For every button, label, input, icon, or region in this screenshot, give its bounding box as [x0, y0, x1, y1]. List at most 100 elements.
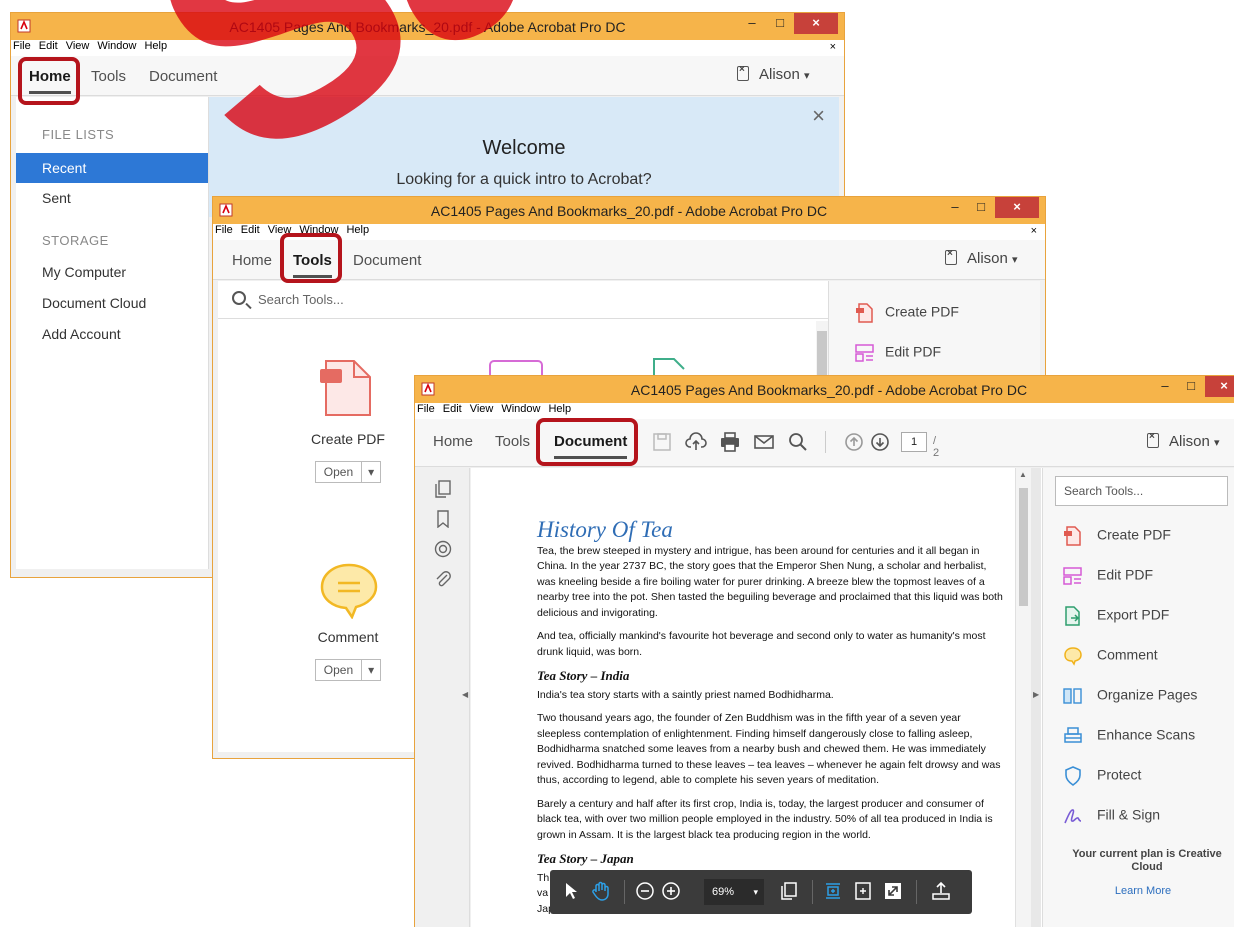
tab-home[interactable]: Home: [232, 252, 272, 269]
right-pane-edit-pdf[interactable]: Edit PDF: [855, 343, 941, 363]
window-title: AC1405 Pages And Bookmarks_20.pdf - Adob…: [630, 382, 1028, 398]
learn-more-link[interactable]: Learn More: [1043, 885, 1234, 897]
page-number-input[interactable]: 1: [901, 432, 927, 452]
minimize-button[interactable]: –: [740, 13, 764, 34]
chevron-down-icon[interactable]: ▾: [361, 462, 380, 482]
zoom-out-icon[interactable]: [634, 880, 656, 902]
page-thumbnails-icon[interactable]: [434, 480, 452, 498]
tab-tools[interactable]: Tools: [495, 433, 530, 450]
previous-page-icon[interactable]: [843, 431, 865, 453]
layers-icon[interactable]: [434, 540, 452, 558]
menu-help[interactable]: Help: [548, 403, 571, 415]
sidebar-item-document-cloud[interactable]: Document Cloud: [16, 288, 208, 318]
zoom-in-icon[interactable]: [660, 880, 682, 902]
full-screen-icon[interactable]: [882, 880, 904, 902]
search-icon: [232, 291, 246, 305]
chevron-down-icon[interactable]: ▾: [361, 660, 380, 680]
user-menu[interactable]: Alison ▾: [737, 64, 810, 83]
search-input[interactable]: Search Tools...: [258, 292, 344, 307]
open-button[interactable]: Open ▾: [314, 461, 382, 483]
right-pane-organize-pages[interactable]: Organize Pages: [1063, 686, 1197, 706]
menu-file[interactable]: File: [215, 224, 233, 236]
mobile-link-icon: [945, 248, 957, 265]
open-button[interactable]: Open ▾: [314, 659, 382, 681]
tool-card-create-pdf[interactable]: Create PDF Open ▾: [288, 431, 408, 483]
right-pane-label: Organize Pages: [1097, 686, 1198, 703]
collapse-left-icon[interactable]: ◀: [462, 690, 468, 699]
fit-page-icon[interactable]: [822, 880, 844, 902]
right-pane-fill-sign[interactable]: Fill & Sign: [1063, 806, 1160, 826]
menu-help[interactable]: Help: [346, 224, 369, 236]
right-pane-label: Create PDF: [885, 303, 959, 320]
hand-tool-icon[interactable]: [590, 880, 612, 902]
tab-tools[interactable]: Tools: [91, 68, 126, 85]
attachment-icon[interactable]: [434, 570, 452, 588]
minimize-button[interactable]: –: [1153, 376, 1177, 397]
expand-right-icon[interactable]: ▶: [1033, 690, 1039, 699]
create-pdf-icon: [856, 303, 873, 323]
minimize-button[interactable]: –: [943, 197, 967, 218]
zoom-level-select[interactable]: 69% ▾: [704, 879, 764, 905]
menu-edit[interactable]: Edit: [241, 224, 260, 236]
right-pane-protect[interactable]: Protect: [1063, 766, 1141, 786]
sidebar-item-recent[interactable]: Recent: [16, 153, 208, 183]
maximize-button[interactable]: □: [768, 13, 792, 34]
menu-view[interactable]: View: [66, 40, 90, 52]
tools-search[interactable]: Search Tools...: [218, 281, 828, 319]
scroll-up-icon[interactable]: ▲: [1019, 470, 1027, 479]
user-menu[interactable]: Alison ▾: [1147, 431, 1220, 450]
menu-view[interactable]: View: [470, 403, 494, 415]
right-pane-enhance-scans[interactable]: Enhance Scans: [1063, 726, 1195, 746]
document-page: History Of Tea Tea, the brew steeped in …: [471, 468, 1045, 927]
upload-cloud-icon[interactable]: [685, 431, 707, 453]
right-pane-create-pdf[interactable]: Create PDF: [1063, 526, 1171, 546]
user-menu[interactable]: Alison ▾: [945, 248, 1018, 267]
save-icon[interactable]: [651, 431, 673, 453]
menu-edit[interactable]: Edit: [39, 40, 58, 52]
menu-file[interactable]: File: [417, 403, 435, 415]
menu-edit[interactable]: Edit: [443, 403, 462, 415]
tab-document[interactable]: Document: [353, 252, 421, 269]
close-window-button[interactable]: ×: [1205, 376, 1234, 397]
window-title: AC1405 Pages And Bookmarks_20.pdf - Adob…: [229, 19, 626, 35]
tab-document[interactable]: Document: [149, 68, 217, 85]
create-pdf-icon: [320, 360, 371, 416]
email-icon[interactable]: [753, 431, 775, 453]
toolbar-divider: [812, 880, 813, 904]
search-icon[interactable]: [787, 431, 809, 453]
search-tools-input[interactable]: Search Tools...: [1055, 476, 1228, 506]
close-document-icon[interactable]: ×: [1031, 225, 1037, 237]
print-icon[interactable]: [719, 431, 741, 453]
page-display-icon[interactable]: [778, 880, 800, 902]
title-bar: AC1405 Pages And Bookmarks_20.pdf - Adob…: [213, 197, 1045, 224]
right-pane-create-pdf[interactable]: Create PDF: [855, 303, 959, 323]
right-pane-comment[interactable]: Comment: [1063, 646, 1158, 666]
sidebar-item-my-computer[interactable]: My Computer: [16, 257, 208, 287]
menu-window[interactable]: Window: [97, 40, 136, 52]
right-pane-export-pdf[interactable]: Export PDF: [1063, 606, 1169, 626]
next-page-icon[interactable]: [869, 431, 891, 453]
paragraph: Barely a century and half after its firs…: [537, 797, 993, 841]
share-upload-icon[interactable]: [930, 880, 952, 902]
menu-window[interactable]: Window: [501, 403, 540, 415]
maximize-button[interactable]: □: [1179, 376, 1203, 397]
scrollbar-thumb[interactable]: [1019, 488, 1028, 606]
sidebar-item-sent[interactable]: Sent: [16, 183, 208, 213]
tool-card-comment[interactable]: Comment Open ▾: [288, 629, 408, 681]
tab-home[interactable]: Home: [433, 433, 473, 450]
sidebar-item-add-account[interactable]: Add Account: [16, 319, 208, 349]
right-pane-label: Create PDF: [1097, 526, 1171, 543]
paragraph: And tea, officially mankind's favourite …: [537, 630, 986, 658]
bookmark-icon[interactable]: [434, 510, 452, 528]
close-window-button[interactable]: ×: [794, 13, 838, 34]
close-window-button[interactable]: ×: [995, 197, 1039, 218]
right-pane-edit-pdf[interactable]: Edit PDF: [1063, 566, 1153, 586]
menu-file[interactable]: File: [13, 40, 31, 52]
fit-width-icon[interactable]: [852, 880, 874, 902]
close-icon[interactable]: ×: [812, 103, 825, 129]
menu-help[interactable]: Help: [144, 40, 167, 52]
document-scrollbar[interactable]: ▲: [1015, 468, 1031, 927]
close-document-icon[interactable]: ×: [830, 41, 836, 53]
select-arrow-icon[interactable]: [560, 880, 582, 902]
maximize-button[interactable]: □: [969, 197, 993, 218]
